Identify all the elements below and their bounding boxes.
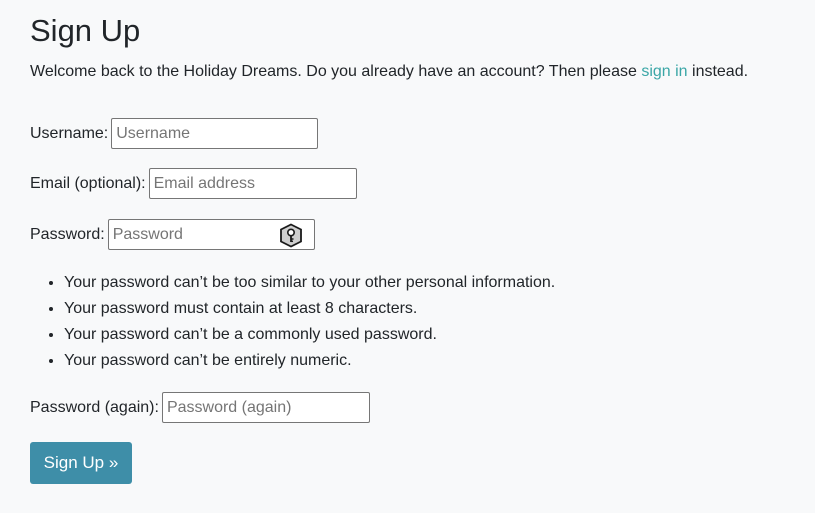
welcome-text-prefix: Welcome back to the Holiday Dreams. Do y… <box>30 63 642 80</box>
password-manager-key-icon[interactable] <box>278 223 304 248</box>
password-again-label: Password (again): <box>30 398 159 416</box>
password-rule-item: Your password can’t be entirely numeric. <box>64 348 555 374</box>
sign-in-link[interactable]: sign in <box>641 63 687 80</box>
email-field-wrapper <box>148 168 357 199</box>
password-rule-item: Your password can’t be a commonly used p… <box>64 322 555 348</box>
password-field-wrapper <box>107 219 315 250</box>
page-title: Sign Up <box>30 13 141 48</box>
username-input[interactable] <box>112 124 318 143</box>
sign-up-button[interactable]: Sign Up » <box>30 442 132 484</box>
password-again-row: Password (again): <box>30 392 370 423</box>
username-row: Username: <box>30 118 319 149</box>
email-label: Email (optional): <box>30 174 146 192</box>
welcome-text: Welcome back to the Holiday Dreams. Do y… <box>30 61 748 83</box>
email-input[interactable] <box>149 174 356 193</box>
welcome-text-suffix: instead. <box>687 63 749 80</box>
username-field-wrapper <box>111 118 319 149</box>
password-row: Password: <box>30 219 315 250</box>
password-again-field-wrapper <box>161 392 370 423</box>
password-rule-item: Your password can’t be too similar to yo… <box>64 270 555 296</box>
email-row: Email (optional): <box>30 168 357 199</box>
password-rule-item: Your password must contain at least 8 ch… <box>64 296 555 322</box>
password-again-input[interactable] <box>162 398 369 417</box>
password-input[interactable] <box>108 225 277 244</box>
username-label: Username: <box>30 124 109 142</box>
password-label: Password: <box>30 225 105 243</box>
password-rules-list: Your password can’t be too similar to yo… <box>30 270 555 374</box>
